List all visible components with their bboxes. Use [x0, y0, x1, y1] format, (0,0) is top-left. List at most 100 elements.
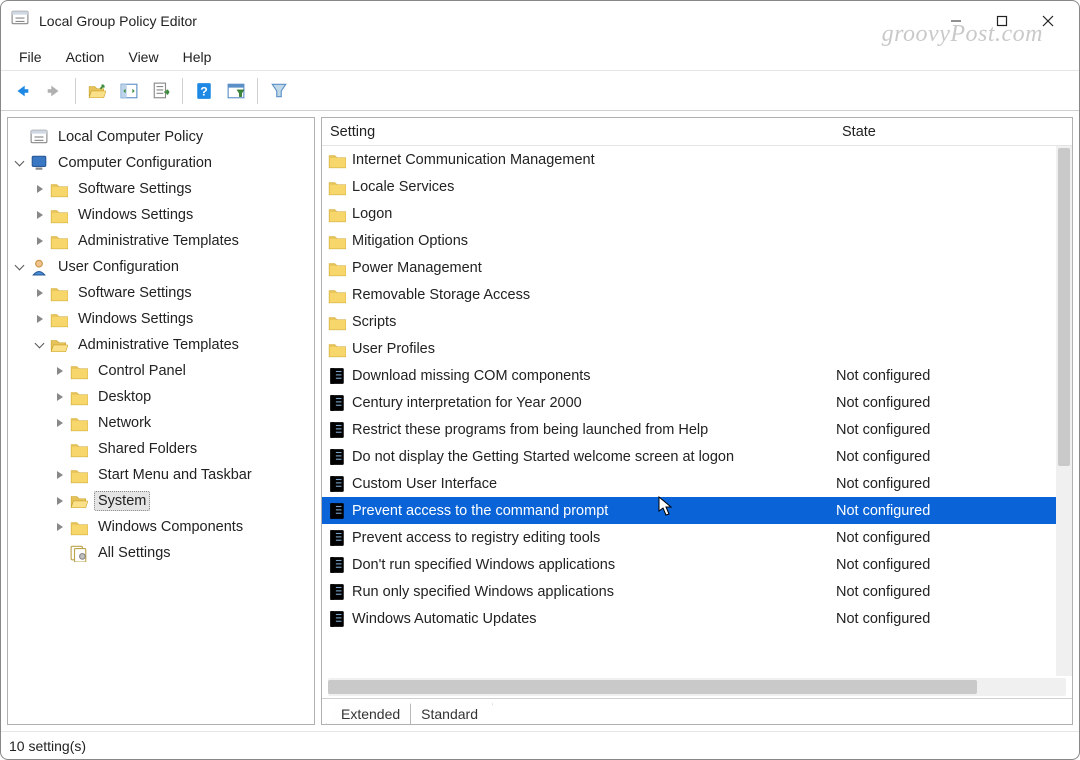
folder-icon	[70, 518, 88, 536]
up-button[interactable]	[82, 76, 112, 106]
row-name: Do not display the Getting Started welco…	[352, 449, 734, 465]
tree-item[interactable]: Software Settings	[12, 176, 310, 202]
row-state: Not configured	[834, 422, 1054, 438]
row-name: Logon	[352, 206, 392, 222]
tree-item-label: Start Menu and Taskbar	[94, 465, 256, 485]
tree-pane[interactable]: Local Computer Policy Computer Configurat…	[7, 117, 315, 725]
maximize-button[interactable]	[979, 5, 1025, 37]
tree-expand-icon[interactable]	[52, 363, 68, 379]
row-state: Not configured	[834, 503, 1054, 519]
column-state[interactable]: State	[830, 124, 970, 140]
tree-item[interactable]: Control Panel	[12, 358, 310, 384]
list-row[interactable]: Restrict these programs from being launc…	[322, 416, 1072, 443]
filter-options-button[interactable]	[221, 76, 251, 106]
tree-item[interactable]: System	[12, 488, 310, 514]
export-list-button[interactable]	[146, 76, 176, 106]
tree-expand-icon[interactable]	[12, 155, 28, 171]
tree-item[interactable]: Software Settings	[12, 280, 310, 306]
close-button[interactable]	[1025, 5, 1071, 37]
row-name: Download missing COM components	[352, 368, 591, 384]
tree-expand-icon[interactable]	[32, 337, 48, 353]
list-row[interactable]: Download missing COM componentsNot confi…	[322, 362, 1072, 389]
tree-expand-icon[interactable]	[32, 181, 48, 197]
list-row[interactable]: Internet Communication Management	[322, 146, 1072, 173]
list-row[interactable]: Scripts	[322, 308, 1072, 335]
row-name: Internet Communication Management	[352, 152, 595, 168]
tree-expand-icon[interactable]	[32, 285, 48, 301]
window-title: Local Group Policy Editor	[39, 13, 197, 29]
tree-item[interactable]: Network	[12, 410, 310, 436]
row-name: Custom User Interface	[352, 476, 497, 492]
list-row[interactable]: Logon	[322, 200, 1072, 227]
tree-expand-icon[interactable]	[12, 259, 28, 275]
list-row[interactable]: User Profiles	[322, 335, 1072, 362]
list-row[interactable]: Windows Automatic UpdatesNot configured	[322, 605, 1072, 632]
tree-expand-icon	[52, 545, 68, 561]
tab-extended[interactable]: Extended	[326, 704, 411, 725]
folder-icon	[70, 388, 88, 406]
toolbar-separator	[257, 78, 258, 104]
tree-item[interactable]: Start Menu and Taskbar	[12, 462, 310, 488]
row-name: Restrict these programs from being launc…	[352, 422, 708, 438]
tree-item-label: Control Panel	[94, 361, 190, 381]
menu-help[interactable]: Help	[171, 45, 224, 68]
list-row[interactable]: Don't run specified Windows applications…	[322, 551, 1072, 578]
list-row[interactable]: Century interpretation for Year 2000Not …	[322, 389, 1072, 416]
folder-icon	[328, 205, 346, 223]
tree-item-label: Local Computer Policy	[54, 127, 207, 147]
menu-file[interactable]: File	[7, 45, 54, 68]
pane-tabs: Extended Standard	[322, 698, 1072, 724]
list-row[interactable]: Removable Storage Access	[322, 281, 1072, 308]
toolbar: ?	[1, 71, 1079, 111]
row-state: Not configured	[834, 530, 1054, 546]
list-row[interactable]: Power Management	[322, 254, 1072, 281]
menu-view[interactable]: View	[116, 45, 170, 68]
row-state: Not configured	[834, 584, 1054, 600]
list-body[interactable]: Internet Communication Management Locale …	[322, 146, 1072, 674]
list-row[interactable]: Custom User InterfaceNot configured	[322, 470, 1072, 497]
tree-expand-icon[interactable]	[52, 519, 68, 535]
tree-expand-icon[interactable]	[52, 415, 68, 431]
tree-item[interactable]: Windows Settings	[12, 202, 310, 228]
tree-item[interactable]: Shared Folders	[12, 436, 310, 462]
menu-action[interactable]: Action	[54, 45, 117, 68]
list-row[interactable]: Do not display the Getting Started welco…	[322, 443, 1072, 470]
tree-expand-icon[interactable]	[32, 207, 48, 223]
list-row[interactable]: Prevent access to registry editing tools…	[322, 524, 1072, 551]
back-button[interactable]	[7, 76, 37, 106]
tree-expand-icon[interactable]	[52, 467, 68, 483]
vertical-scrollbar[interactable]	[1056, 146, 1072, 676]
folder-icon	[70, 440, 88, 458]
tree-item[interactable]: User Configuration	[12, 254, 310, 280]
list-row[interactable]: Run only specified Windows applicationsN…	[322, 578, 1072, 605]
tree-item[interactable]: Local Computer Policy	[12, 124, 310, 150]
policy-icon	[328, 529, 346, 547]
list-row[interactable]: Locale Services	[322, 173, 1072, 200]
folder-icon	[328, 151, 346, 169]
tree-item[interactable]: Desktop	[12, 384, 310, 410]
tree-item[interactable]: Windows Settings	[12, 306, 310, 332]
tree-item[interactable]: Administrative Templates	[12, 332, 310, 358]
tree-item[interactable]: Computer Configuration	[12, 150, 310, 176]
tree-expand-icon[interactable]	[52, 389, 68, 405]
tree-expand-icon[interactable]	[32, 311, 48, 327]
help-button[interactable]: ?	[189, 76, 219, 106]
filter-button[interactable]	[264, 76, 294, 106]
minimize-button[interactable]	[933, 5, 979, 37]
tree-item[interactable]: Windows Components	[12, 514, 310, 540]
tab-standard[interactable]: Standard	[410, 703, 493, 725]
show-hide-tree-button[interactable]	[114, 76, 144, 106]
tree-item[interactable]: Administrative Templates	[12, 228, 310, 254]
list-row[interactable]: Prevent access to the command prompt Not …	[322, 497, 1072, 524]
list-row[interactable]: Mitigation Options	[322, 227, 1072, 254]
row-name: Prevent access to the command prompt	[352, 503, 608, 519]
tree-item[interactable]: All Settings	[12, 540, 310, 566]
row-name: Removable Storage Access	[352, 287, 530, 303]
forward-button[interactable]	[39, 76, 69, 106]
tree-expand-icon[interactable]	[52, 493, 68, 509]
column-setting[interactable]: Setting	[322, 124, 830, 140]
horizontal-scrollbar[interactable]	[328, 678, 1066, 696]
folder-icon	[50, 310, 68, 328]
tree-expand-icon[interactable]	[32, 233, 48, 249]
titlebar: Local Group Policy Editor	[1, 1, 1079, 41]
